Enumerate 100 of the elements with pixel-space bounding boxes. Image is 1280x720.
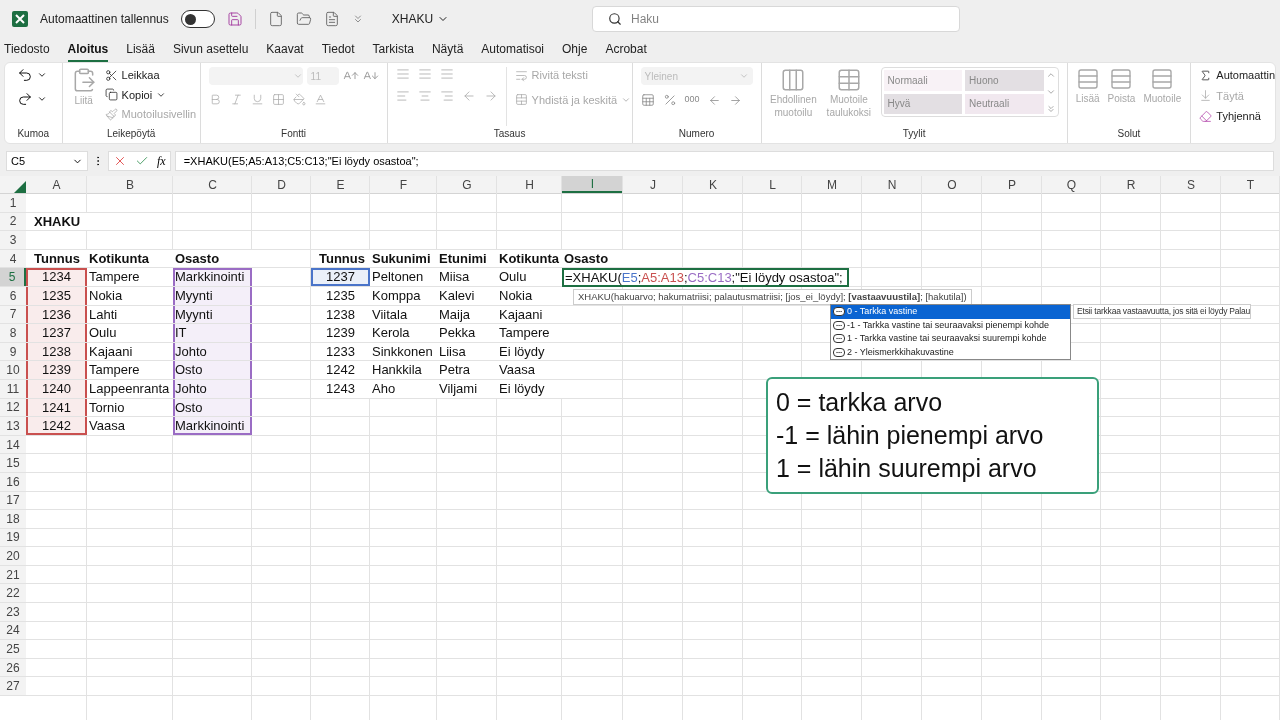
column-header[interactable]: G: [437, 176, 497, 193]
ribbon-tab[interactable]: Acrobat: [605, 38, 647, 62]
column-header[interactable]: F: [370, 176, 437, 193]
table-cell: Tampere: [87, 361, 173, 379]
autocomplete-option[interactable]: 0 - Tarkka vastine: [831, 305, 1070, 319]
row-header[interactable]: 23: [0, 603, 26, 621]
row-header[interactable]: 27: [0, 677, 26, 696]
table-cell: IT: [173, 324, 252, 342]
column-header[interactable]: N: [862, 176, 922, 193]
chevron-down-icon[interactable]: [37, 70, 47, 80]
editing-button[interactable]: Tyhjennä: [1199, 108, 1275, 125]
comma-style-button[interactable]: 000: [684, 93, 700, 107]
chevron-down-icon[interactable]: [37, 94, 47, 104]
underline-icon[interactable]: [250, 93, 264, 106]
folder-icon[interactable]: [295, 11, 312, 27]
autocomplete-option[interactable]: 2 - Yleismerkkihakuvastine: [831, 345, 1070, 359]
new-file-icon[interactable]: [267, 11, 284, 27]
cell-editor[interactable]: =XHAKU(E5;A5:A13;C5:C13;"Ei löydy osastoa";: [562, 268, 849, 287]
column-header[interactable]: T: [1221, 176, 1280, 193]
column-header[interactable]: B: [87, 176, 173, 193]
document-icon[interactable]: [323, 11, 340, 27]
font-name-field[interactable]: [208, 67, 303, 85]
table-cell: Hankkila: [370, 361, 437, 379]
align-right-icon[interactable]: [439, 89, 454, 103]
row-header[interactable]: 18: [0, 510, 26, 528]
rows-icon: [1075, 67, 1100, 91]
excel-logo-icon[interactable]: [12, 11, 28, 27]
row-header[interactable]: 8: [0, 324, 26, 342]
row-header[interactable]: 13: [0, 417, 26, 435]
row-header[interactable]: 1: [0, 194, 26, 212]
table-cell: 1236: [26, 305, 87, 324]
column-header[interactable]: S: [1161, 176, 1221, 193]
option-icon: [833, 334, 845, 344]
save-icon[interactable]: [226, 11, 243, 27]
column-header[interactable]: L: [743, 176, 802, 193]
formula-field[interactable]: =XHAKU(E5;A5:A13;C5:C13;"Ei löydy osastoa";: [174, 151, 1274, 171]
option-description: Etsii tarkkaa vastaavuutta, jos sitä ei löydy Palau: [1073, 304, 1252, 319]
column-header[interactable]: R: [1101, 176, 1161, 193]
row-header[interactable]: 10: [0, 361, 26, 379]
table-cell: Peltonen: [370, 268, 437, 286]
copy-icon: [104, 88, 118, 102]
table-cell: Oulu: [497, 268, 562, 286]
name-box[interactable]: C5: [6, 151, 88, 171]
autocomplete-option[interactable]: 1 - Tarkka vastine tai seuraavaksi suurempi kohde: [831, 332, 1070, 346]
column-header[interactable]: E: [311, 176, 370, 193]
table-cell: Markkinointi: [173, 417, 252, 435]
ribbon-tab[interactable]: Tiedot: [321, 38, 355, 62]
column-header[interactable]: C: [173, 176, 252, 193]
row-header[interactable]: 15: [0, 454, 26, 472]
insert-function-button[interactable]: fx: [157, 152, 166, 170]
group-label: Leikepöytä: [106, 127, 156, 141]
column-header[interactable]: P: [982, 176, 1042, 193]
autosave-label: Automaattinen tallennus: [40, 11, 169, 28]
table-cell: Markkinointi: [173, 268, 252, 286]
annotation-line: 1 = lähin suurempi arvo: [776, 453, 1038, 484]
column-header[interactable]: H: [497, 176, 562, 193]
fill-color-icon[interactable]: [292, 93, 306, 106]
scroll-up-icon[interactable]: [1045, 70, 1056, 80]
align-center-icon[interactable]: [417, 89, 432, 103]
ribbon-tab[interactable]: Lisää: [126, 38, 155, 62]
group-label: Kumoa: [17, 127, 50, 141]
editing-button[interactable]: Automaattin: [1199, 67, 1275, 84]
column-header[interactable]: K: [683, 176, 743, 193]
search-field[interactable]: Haku: [592, 6, 960, 32]
row-header[interactable]: 20: [0, 547, 26, 565]
table-cell: Pekka: [437, 324, 497, 342]
column-header[interactable]: D: [252, 176, 311, 193]
borders-icon[interactable]: [271, 93, 285, 106]
file-name-button[interactable]: XHAKU: [391, 10, 450, 28]
row-header[interactable]: 22: [0, 584, 26, 603]
ribbon-tab[interactable]: Tarkista: [372, 38, 414, 62]
column-header[interactable]: Q: [1042, 176, 1101, 193]
enter-icon[interactable]: [135, 154, 149, 168]
cut-button[interactable]: Leikkaa: [104, 67, 197, 84]
percent-icon[interactable]: [662, 93, 677, 107]
column-header[interactable]: A: [26, 176, 87, 193]
cancel-icon[interactable]: [113, 154, 127, 168]
column-header[interactable]: I: [562, 176, 623, 193]
ribbon-tab[interactable]: Automatisoi: [481, 38, 544, 62]
row-header[interactable]: 25: [0, 640, 26, 658]
redo-icon[interactable]: [17, 91, 33, 107]
font-color-icon[interactable]: [313, 93, 327, 106]
undo-icon[interactable]: [17, 67, 33, 83]
autocomplete-option[interactable]: -1 - Tarkka vastine tai seuraavaksi pienempi kohde: [831, 318, 1070, 332]
scroll-down-icon[interactable]: [1045, 87, 1056, 97]
table-cell: Johto: [173, 379, 252, 398]
ribbon-tab[interactable]: Näytä: [431, 38, 464, 62]
align-left-icon[interactable]: [395, 89, 410, 103]
ribbon-tab[interactable]: Tiedosto: [4, 38, 50, 62]
row-header[interactable]: 3: [0, 231, 26, 249]
column-header[interactable]: J: [623, 176, 683, 193]
column-header[interactable]: M: [802, 176, 862, 193]
row-header[interactable]: 5: [0, 268, 26, 286]
ribbon-tab[interactable]: Ohje: [562, 38, 588, 62]
autosave-toggle[interactable]: [180, 10, 215, 28]
column-header[interactable]: O: [922, 176, 982, 193]
italic-icon[interactable]: [229, 93, 243, 106]
copy-button[interactable]: Kopioi: [104, 86, 197, 103]
ribbon-tab[interactable]: Sivun asettelu: [172, 38, 249, 62]
ribbon-tab[interactable]: Kaavat: [266, 38, 304, 62]
